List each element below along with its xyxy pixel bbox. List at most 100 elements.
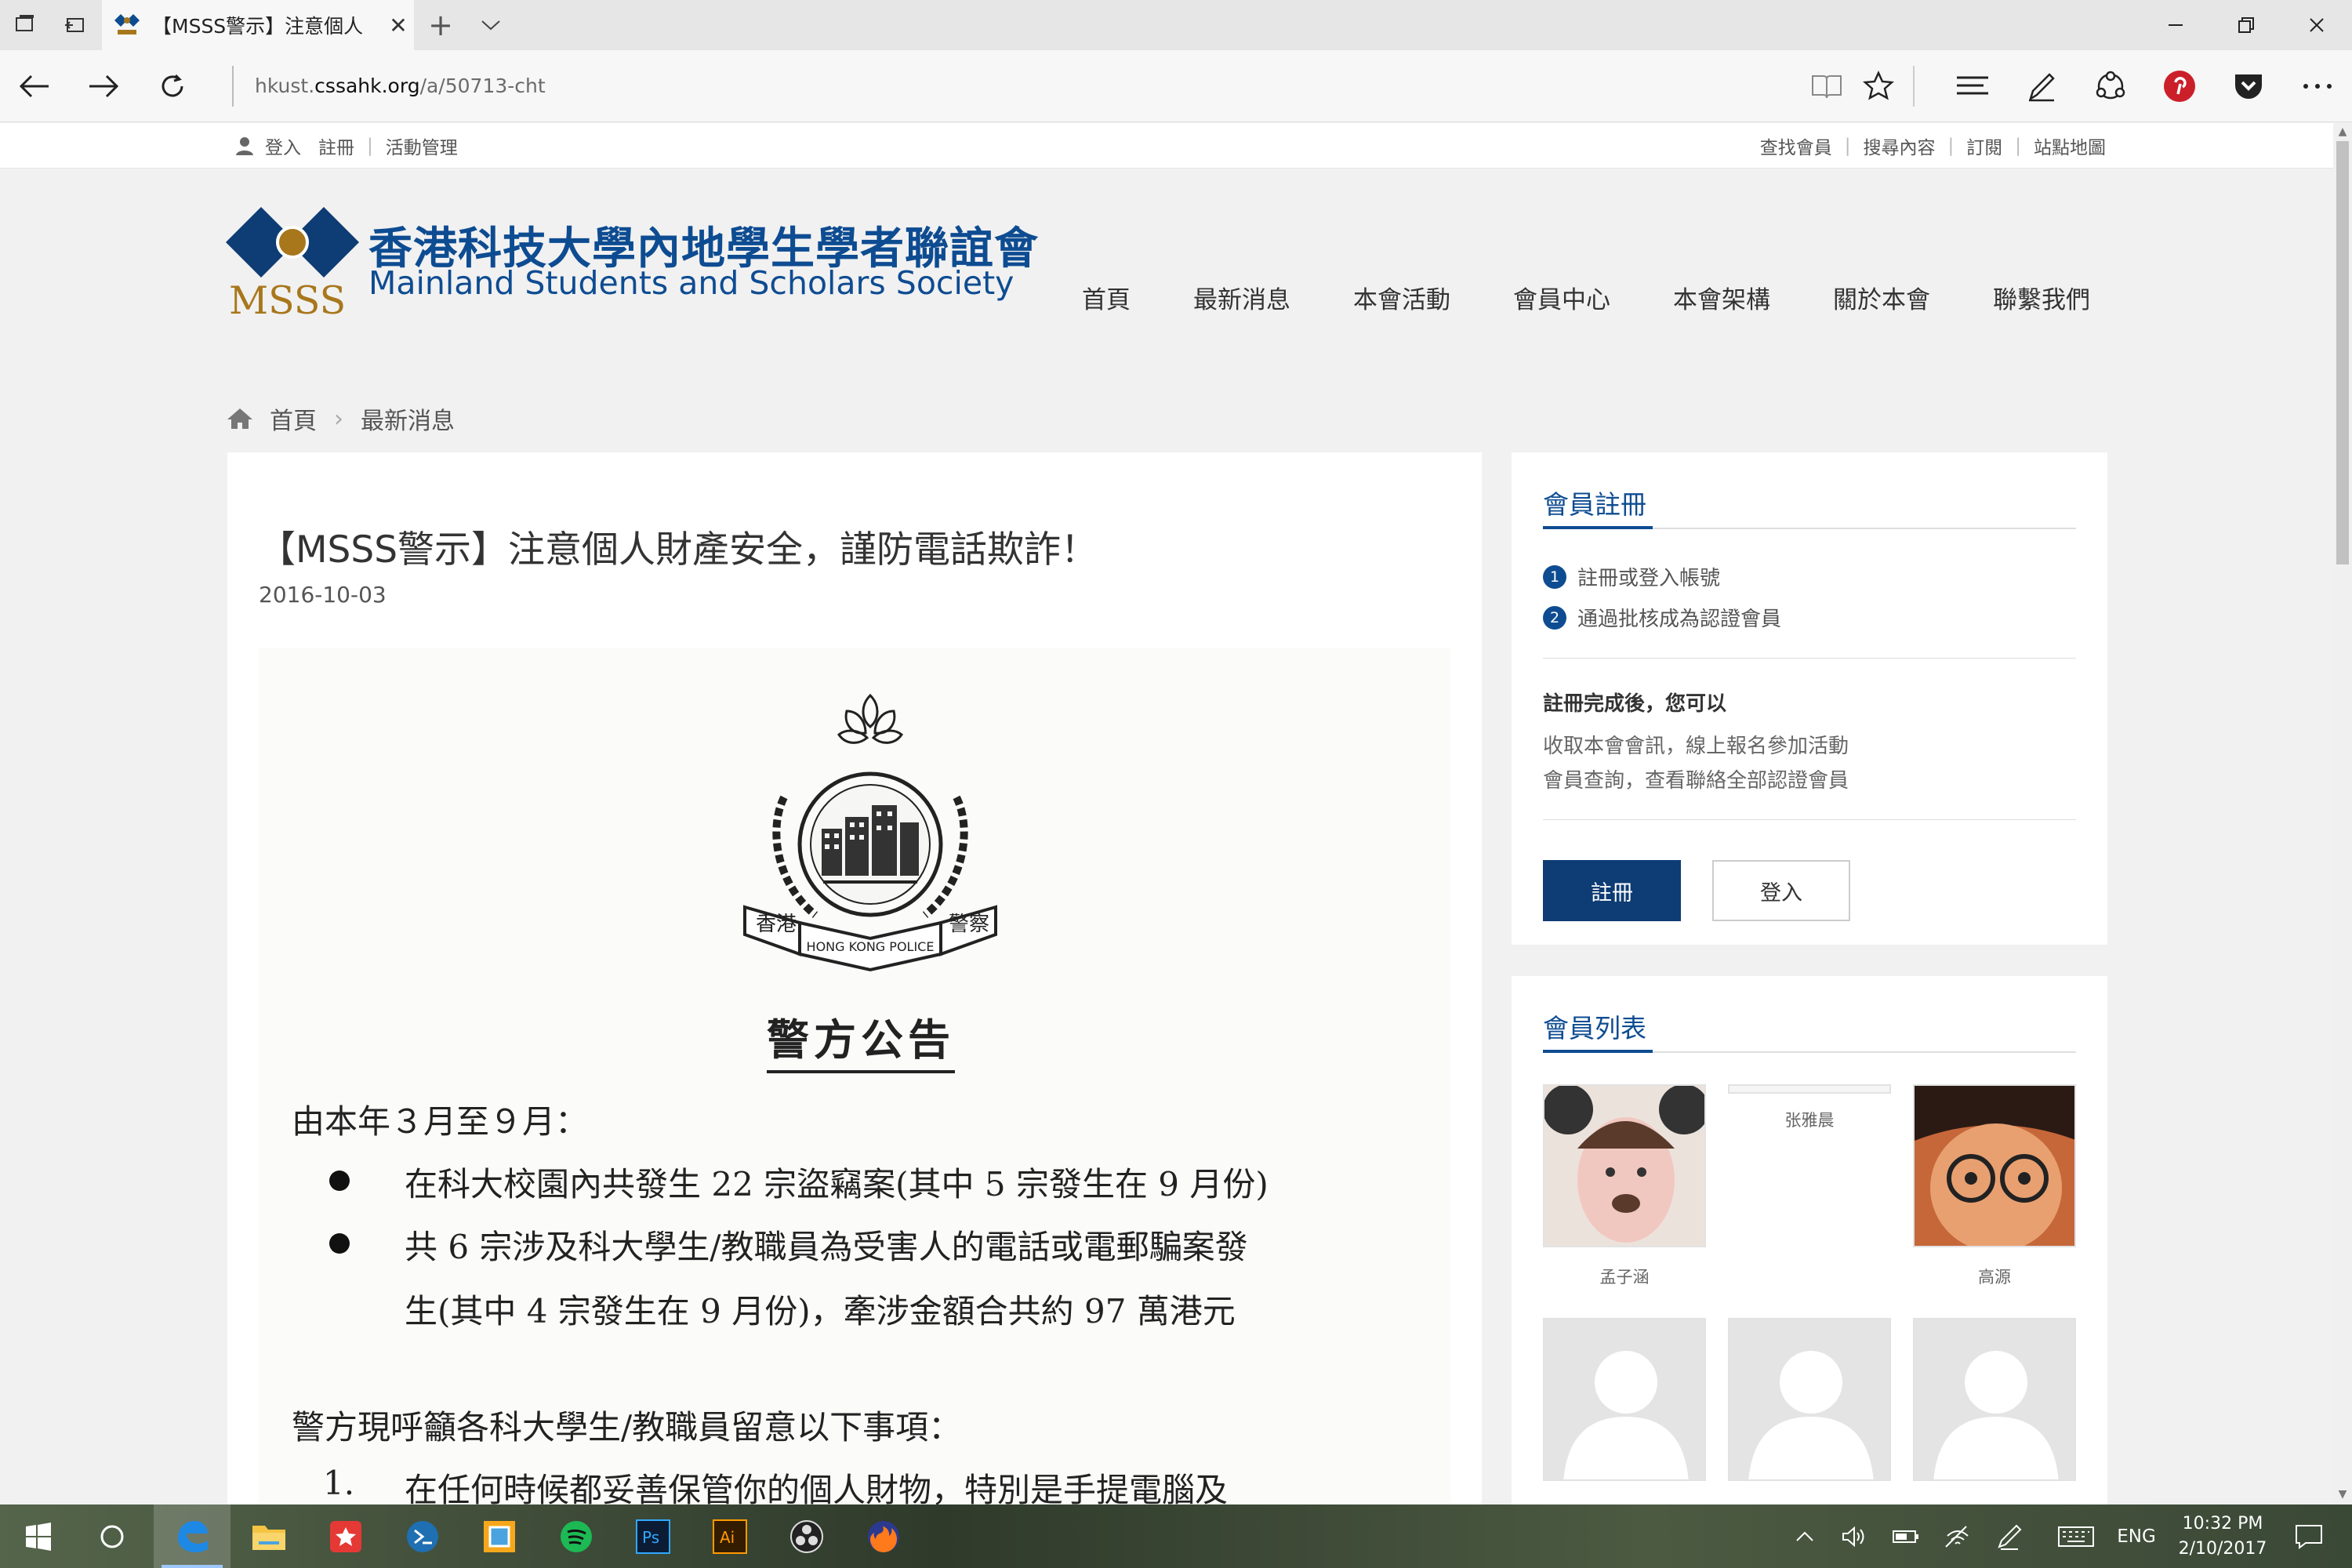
firefox-icon[interactable] [845,1504,922,1568]
wps-icon[interactable] [307,1504,384,1568]
notice-bullet-2b: 生(其中 4 宗發生在 9 月份)，牽涉金額合共約 97 萬港元 [405,1292,1236,1330]
show-hidden-icons-chevron-icon[interactable] [1788,1504,1822,1568]
file-explorer-icon[interactable] [230,1504,307,1568]
restore-button[interactable] [2211,0,2281,50]
terminal-icon[interactable] [384,1504,461,1568]
cortana-icon[interactable] [74,1504,151,1568]
tab-bar: 【MSSS警示】注意個人 ✕ + [0,0,2352,50]
sitemap-link[interactable]: 站點地圖 [2034,132,2106,159]
url-input[interactable]: hkust.cssahk.org/a/50713-cht [255,50,546,122]
pocket-icon[interactable] [2214,50,2283,122]
refresh-icon[interactable] [138,50,207,122]
pen-ink-icon[interactable] [1990,1504,2029,1568]
close-tab-button[interactable]: ✕ [383,13,414,38]
hub-icon[interactable] [1938,50,2007,122]
breadcrumb-home[interactable]: 首頁 [270,401,317,436]
nav-contact[interactable]: 聯繫我們 [1993,280,2090,315]
home-icon [227,408,252,429]
new-tab-button[interactable]: + [416,0,466,50]
bullet-dot [329,1171,350,1191]
spotify-icon[interactable] [538,1504,615,1568]
windows-start-icon[interactable] [0,1504,77,1568]
breadcrumb-news[interactable]: 最新消息 [361,401,455,436]
register-link[interactable]: 註冊 [318,132,354,159]
vmware-icon[interactable] [461,1504,538,1568]
article-title: 【MSSS警示】注意個人財產安全，謹防電話欺詐！ [259,528,1098,572]
illustrator-icon[interactable]: Ai [691,1504,768,1568]
windows-taskbar: Ps Ai ENG 10:32 PM 2/10/2017 [0,1504,2352,1568]
browser-tab[interactable]: 【MSSS警示】注意個人 ✕ [102,0,414,50]
tab-preview-icon[interactable] [0,0,50,50]
find-member-link[interactable]: 查找會員 [1760,132,1832,159]
input-language[interactable]: ENG [2109,1504,2164,1568]
avatar [1728,1084,1891,1094]
police-notice-image: 香港 警察 HONG KONG POLICE 警方公告 由本年３月至９月： 在科… [259,648,1450,1504]
page-viewport: 登入 註冊 | 活動管理 查找會員 | 搜尋內容 | 訂閱 | 站點地圖 MSS… [0,123,2333,1504]
volume-icon[interactable] [1835,1504,1874,1568]
member-card[interactable]: 张雅晨 [1728,1084,1891,1131]
register-step-1: 1 註冊或登入帳號 [1543,562,1720,591]
login-link[interactable]: 登入 [265,132,301,159]
notice-heading: 警方公告 [767,1005,955,1073]
minimize-button[interactable] [2140,0,2211,50]
share-icon[interactable] [2076,50,2145,122]
login-button[interactable]: 登入 [1712,860,1850,921]
tab-title: 【MSSS警示】注意個人 [152,15,364,38]
action-center-icon[interactable] [2281,1504,2336,1568]
subscribe-link[interactable]: 訂閱 [1966,132,2002,159]
back-arrow-icon[interactable] [0,50,69,122]
forward-arrow-icon[interactable] [69,50,138,122]
clock[interactable]: 10:32 PM 2/10/2017 [2172,1504,2274,1568]
member-card[interactable] [1543,1318,1706,1481]
nav-home[interactable]: 首頁 [1082,280,1131,315]
web-note-icon[interactable] [2007,50,2076,122]
default-avatar-icon [1543,1318,1706,1481]
user-icon [236,137,253,155]
register-panel-title: 會員註冊 [1543,489,1646,520]
more-icon[interactable] [2283,50,2352,122]
bullet-dot [329,1233,350,1254]
member-name: 张雅晨 [1784,1111,1835,1130]
nav-member-center[interactable]: 會員中心 [1513,280,1610,315]
register-button[interactable]: 註冊 [1543,860,1681,921]
panel-divider [1543,819,2076,820]
event-manage-link[interactable]: 活動管理 [386,132,458,159]
nav-about[interactable]: 關於本會 [1833,280,1930,315]
nav-structure[interactable]: 本會架構 [1673,280,1770,315]
touch-keyboard-icon[interactable] [2054,1504,2098,1568]
member-card[interactable] [1913,1318,2076,1481]
search-content-link[interactable]: 搜尋內容 [1864,132,1936,159]
msss-logo-icon[interactable]: MSSS [226,201,359,319]
avatar [1913,1084,2076,1247]
article-card: 【MSSS警示】注意個人財產安全，謹防電話欺詐！ 2016-10-03 香港 警… [227,452,1482,1504]
avatar [1543,1084,1706,1247]
default-avatar-icon [1913,1318,2076,1481]
scroll-down-arrow-icon[interactable]: ▼ [2336,1488,2349,1501]
close-window-button[interactable] [2281,0,2352,50]
wifi-icon[interactable] [1938,1504,1977,1568]
panel-divider [1543,658,2076,659]
after-register-line-1: 收取本會會訊，線上報名參加活動 [1543,735,1849,758]
edge-taskbar-icon[interactable] [154,1504,230,1568]
nav-news[interactable]: 最新消息 [1193,280,1290,315]
topbar-divider: | [1947,136,1955,156]
nav-events[interactable]: 本會活動 [1353,280,1450,315]
photoshop-icon[interactable]: Ps [615,1504,691,1568]
member-name: 高源 [1978,1268,2011,1287]
site-name-en: Mainland Students and Scholars Society [368,264,1014,302]
logo-abbr: MSSS [229,278,346,319]
battery-icon[interactable] [1886,1504,1926,1568]
scroll-up-arrow-icon[interactable]: ▲ [2336,125,2349,138]
favorite-star-icon[interactable] [1844,50,1913,122]
obs-icon[interactable] [768,1504,845,1568]
member-list-title: 會員列表 [1543,1013,1646,1044]
tab-list-chevron-icon[interactable] [466,0,516,50]
svg-text:Ai: Ai [720,1528,735,1547]
member-card[interactable] [1728,1318,1891,1481]
pinterest-icon[interactable] [2145,50,2214,122]
scrollbar-thumb[interactable] [2336,141,2349,564]
set-tabs-aside-icon[interactable] [50,0,100,50]
member-card[interactable]: 高源 [1913,1084,2076,1288]
topbar-divider: | [2015,136,2021,156]
member-card[interactable]: 孟子涵 [1543,1084,1706,1288]
